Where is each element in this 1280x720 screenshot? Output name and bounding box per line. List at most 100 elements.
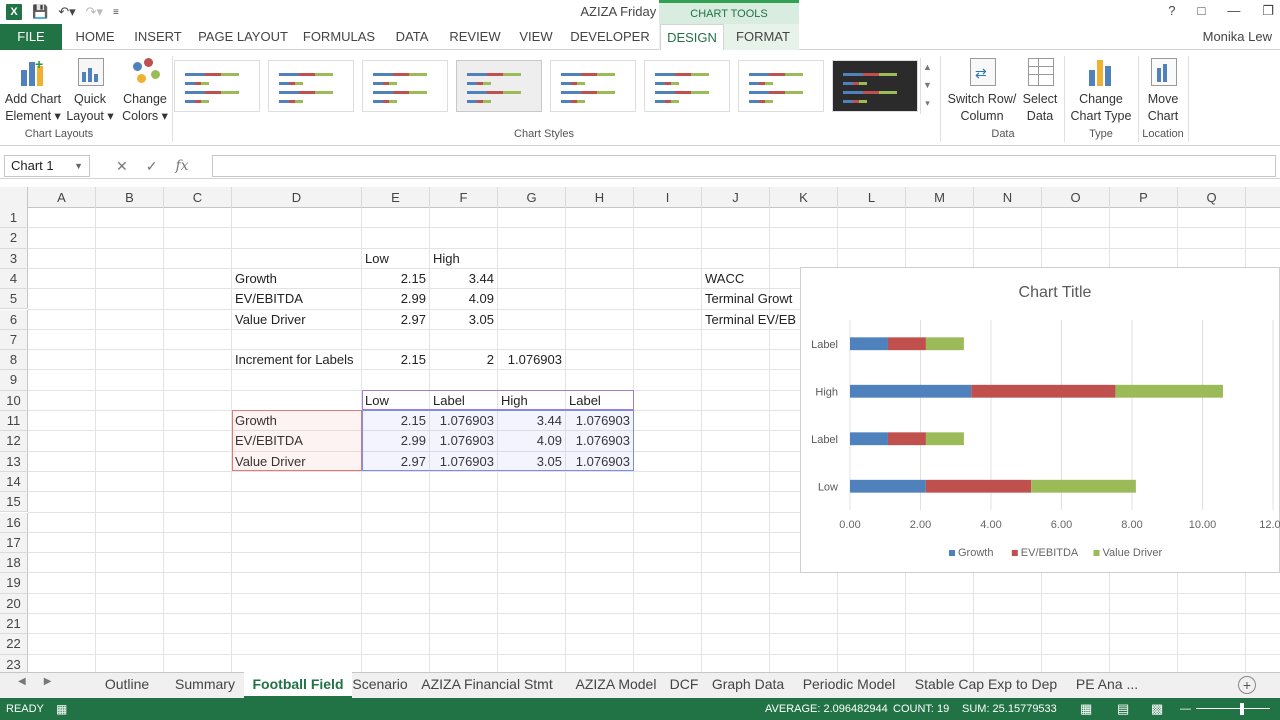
insert-function-icon[interactable]: fx: [175, 155, 188, 177]
select-all-corner[interactable]: [0, 187, 28, 208]
cell-f6[interactable]: 3.05: [433, 310, 497, 330]
column-header-f[interactable]: F: [430, 187, 498, 208]
row-header-21[interactable]: 21: [0, 614, 28, 635]
cancel-icon[interactable]: ✕: [116, 155, 128, 177]
prev-sheet-icon[interactable]: ◀: [18, 676, 26, 687]
row-header-4[interactable]: 4: [0, 268, 28, 290]
chart-style-7[interactable]: [738, 60, 824, 112]
save-icon[interactable]: 💾: [32, 4, 48, 20]
row-header-16[interactable]: 16: [0, 512, 28, 533]
new-sheet-icon[interactable]: +: [1238, 676, 1256, 694]
cell-f4[interactable]: 3.44: [433, 269, 497, 289]
cell-e8[interactable]: 2.15: [365, 350, 429, 370]
cell-e6[interactable]: 2.97: [365, 310, 429, 330]
row-header-3[interactable]: 3: [0, 248, 28, 269]
row-header-15[interactable]: 15: [0, 492, 28, 513]
chart-object[interactable]: Chart Title 0.00 2.00 4.00 6.00 8.00 10.00 12.0…: [800, 267, 1280, 573]
column-header-h[interactable]: H: [566, 187, 634, 208]
sheet-tab-periodic-model[interactable]: Periodic Model: [794, 672, 904, 698]
sheet-tab-stable-cap-exp-to-dep[interactable]: Stable Cap Exp to Dep: [904, 672, 1068, 698]
column-header-k[interactable]: K: [770, 187, 838, 208]
move-chart-button[interactable]: Move Chart: [1140, 56, 1186, 125]
change-chart-type-button[interactable]: Change Chart Type: [1066, 56, 1136, 125]
next-sheet-icon[interactable]: ▶: [44, 676, 52, 687]
tab-design[interactable]: DESIGN: [660, 24, 724, 51]
quick-layout-button[interactable]: Quick Layout ▾: [64, 56, 116, 125]
tab-review[interactable]: REVIEW: [444, 24, 506, 50]
column-header-c[interactable]: C: [164, 187, 232, 208]
row-header-20[interactable]: 20: [0, 593, 28, 614]
cell-e5[interactable]: 2.99: [365, 289, 429, 309]
row-header-18[interactable]: 18: [0, 553, 28, 574]
column-header-l[interactable]: L: [838, 187, 906, 208]
tab-format[interactable]: FORMAT: [730, 24, 796, 50]
row-header-13[interactable]: 13: [0, 451, 28, 472]
page-break-view-icon[interactable]: ▩: [1151, 698, 1163, 720]
help-icon[interactable]: ?: [1168, 3, 1175, 19]
tab-page-layout[interactable]: PAGE LAYOUT: [194, 24, 292, 50]
cell-e4[interactable]: 2.15: [365, 269, 429, 289]
column-header-m[interactable]: M: [906, 187, 974, 208]
switch-row-column-button[interactable]: ⇄ Switch Row/ Column: [944, 56, 1020, 125]
tab-insert[interactable]: INSERT: [128, 24, 188, 50]
minimize-icon[interactable]: —: [1227, 3, 1240, 19]
tab-formulas[interactable]: FORMULAS: [298, 24, 380, 50]
sheet-tab-aziza-financial-stmt[interactable]: AZIZA Financial Stmt: [408, 672, 566, 698]
redo-icon[interactable]: ↷▾: [86, 4, 103, 20]
row-header-22[interactable]: 22: [0, 634, 28, 655]
change-colors-button[interactable]: Change Colors ▾: [118, 56, 172, 125]
cell-d4[interactable]: Growth: [235, 269, 365, 289]
sheet-tab-graph-data[interactable]: Graph Data: [702, 672, 794, 698]
undo-icon[interactable]: ↶▾: [58, 4, 75, 20]
name-box[interactable]: Chart 1 ▼: [4, 155, 90, 177]
cell-f5[interactable]: 4.09: [433, 289, 497, 309]
cell-d5[interactable]: EV/EBITDA: [235, 289, 365, 309]
sheet-tab-pe-ana[interactable]: PE Ana ...: [1068, 672, 1146, 698]
row-header-1[interactable]: 1: [0, 208, 28, 229]
tab-file[interactable]: FILE: [0, 24, 62, 50]
macro-record-icon[interactable]: ▦: [56, 698, 67, 720]
row-header-17[interactable]: 17: [0, 532, 28, 554]
column-header-i[interactable]: I: [634, 187, 702, 208]
row-header-9[interactable]: 9: [0, 370, 28, 391]
chart-style-2[interactable]: [268, 60, 354, 112]
row-header-10[interactable]: 10: [0, 390, 28, 411]
sheet-tab-summary[interactable]: Summary: [166, 672, 244, 698]
restore-icon[interactable]: ❐: [1262, 3, 1274, 19]
ribbon-display-icon[interactable]: □: [1197, 3, 1205, 19]
row-header-12[interactable]: 12: [0, 431, 28, 452]
column-header-j[interactable]: J: [702, 187, 770, 208]
cell-d8[interactable]: Increment for Labels: [235, 350, 365, 370]
cell-f3[interactable]: High: [433, 249, 573, 269]
row-header-19[interactable]: 19: [0, 573, 28, 594]
row-header-5[interactable]: 5: [0, 289, 28, 310]
chart-style-6[interactable]: [644, 60, 730, 112]
row-header-11[interactable]: 11: [0, 411, 28, 432]
chart-style-4[interactable]: [456, 60, 542, 112]
add-chart-element-button[interactable]: + Add Chart Element ▾: [2, 56, 64, 125]
column-header-p[interactable]: P: [1110, 187, 1178, 208]
column-header-o[interactable]: O: [1042, 187, 1110, 208]
normal-view-icon[interactable]: ▦: [1080, 698, 1092, 720]
cell-g8[interactable]: 1.076903: [501, 350, 565, 370]
sheet-tab-outline[interactable]: Outline: [88, 672, 166, 698]
row-header-14[interactable]: 14: [0, 471, 28, 493]
chart-style-1[interactable]: [174, 60, 260, 112]
sheet-tab-dcf[interactable]: DCF: [666, 672, 702, 698]
zoom-out-icon[interactable]: —: [1180, 698, 1191, 720]
tab-data[interactable]: DATA: [386, 24, 438, 50]
chart-style-5[interactable]: [550, 60, 636, 112]
sheet-tab-football-field[interactable]: Football Field: [244, 672, 352, 698]
name-box-dropdown-icon[interactable]: ▼: [74, 156, 83, 176]
zoom-slider[interactable]: [1196, 708, 1270, 709]
tab-home[interactable]: HOME: [68, 24, 122, 50]
user-name[interactable]: Monika Lew: [1203, 24, 1272, 50]
row-header-2[interactable]: 2: [0, 228, 28, 249]
tab-view[interactable]: VIEW: [512, 24, 560, 50]
sheet-tab-scenario[interactable]: Scenario: [352, 672, 408, 698]
column-header-e[interactable]: E: [362, 187, 430, 208]
column-header-g[interactable]: G: [498, 187, 566, 208]
sheet-tab-aziza-model[interactable]: AZIZA Model: [566, 672, 666, 698]
column-header-q[interactable]: Q: [1178, 187, 1246, 208]
column-header-b[interactable]: B: [96, 187, 164, 208]
